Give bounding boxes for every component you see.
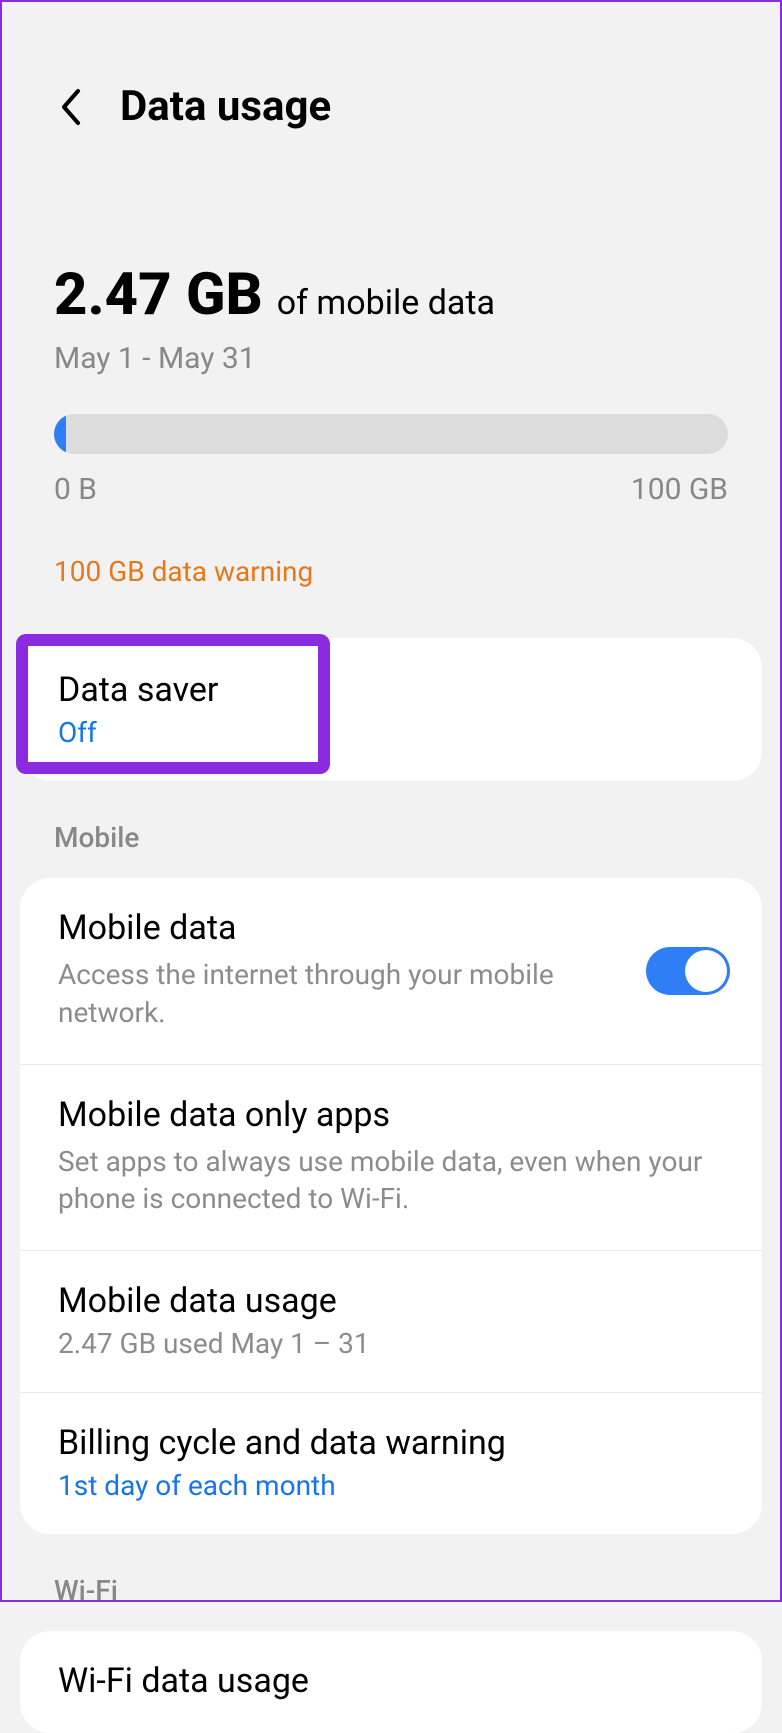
wifi-data-usage-row[interactable]: Wi-Fi data usage	[20, 1631, 762, 1733]
wifi-data-usage-title: Wi-Fi data usage	[58, 1661, 724, 1701]
data-warning-label: 100 GB data warning	[54, 555, 728, 588]
data-saver-title: Data saver	[58, 670, 724, 710]
mobile-data-desc: Access the internet through your mobile …	[58, 956, 618, 1032]
usage-summary: 2.47 GB of mobile data May 1 - May 31 0 …	[2, 161, 780, 608]
mobile-data-usage-title: Mobile data usage	[58, 1281, 724, 1321]
wifi-settings-card: Wi-Fi data usage	[20, 1631, 762, 1733]
usage-progress-fill	[54, 414, 66, 454]
toggle-knob	[685, 950, 727, 992]
usage-period: May 1 - May 31	[54, 341, 728, 376]
usage-suffix: of mobile data	[277, 283, 495, 323]
usage-progress-labels: 0 B 100 GB	[54, 472, 728, 507]
billing-cycle-title: Billing cycle and data warning	[58, 1423, 724, 1463]
mobile-settings-card: Mobile data Access the internet through …	[20, 878, 762, 1534]
back-icon[interactable]	[50, 87, 90, 127]
mobile-data-title: Mobile data	[58, 908, 724, 948]
data-saver-row[interactable]: Data saver Off	[20, 638, 762, 781]
usage-amount: 2.47 GB	[54, 261, 263, 329]
mobile-data-row[interactable]: Mobile data Access the internet through …	[20, 878, 762, 1064]
data-saver-status: Off	[58, 716, 724, 749]
section-header-wifi: Wi-Fi	[2, 1534, 780, 1631]
mobile-data-usage-sub: 2.47 GB used May 1 – 31	[58, 1327, 724, 1360]
usage-amount-row: 2.47 GB of mobile data	[54, 261, 728, 329]
mobile-data-only-apps-desc: Set apps to always use mobile data, even…	[58, 1143, 708, 1219]
section-header-mobile: Mobile	[2, 781, 780, 878]
header: Data usage	[2, 2, 780, 161]
page-title: Data usage	[120, 82, 331, 131]
usage-min-label: 0 B	[54, 472, 97, 507]
usage-progress-bar	[54, 414, 728, 454]
mobile-data-usage-row[interactable]: Mobile data usage 2.47 GB used May 1 – 3…	[20, 1250, 762, 1392]
billing-cycle-row[interactable]: Billing cycle and data warning 1st day o…	[20, 1392, 762, 1534]
mobile-data-only-apps-title: Mobile data only apps	[58, 1095, 724, 1135]
usage-max-label: 100 GB	[631, 472, 728, 507]
mobile-data-toggle[interactable]	[646, 947, 730, 995]
mobile-data-only-apps-row[interactable]: Mobile data only apps Set apps to always…	[20, 1064, 762, 1251]
billing-cycle-sub: 1st day of each month	[58, 1469, 724, 1502]
